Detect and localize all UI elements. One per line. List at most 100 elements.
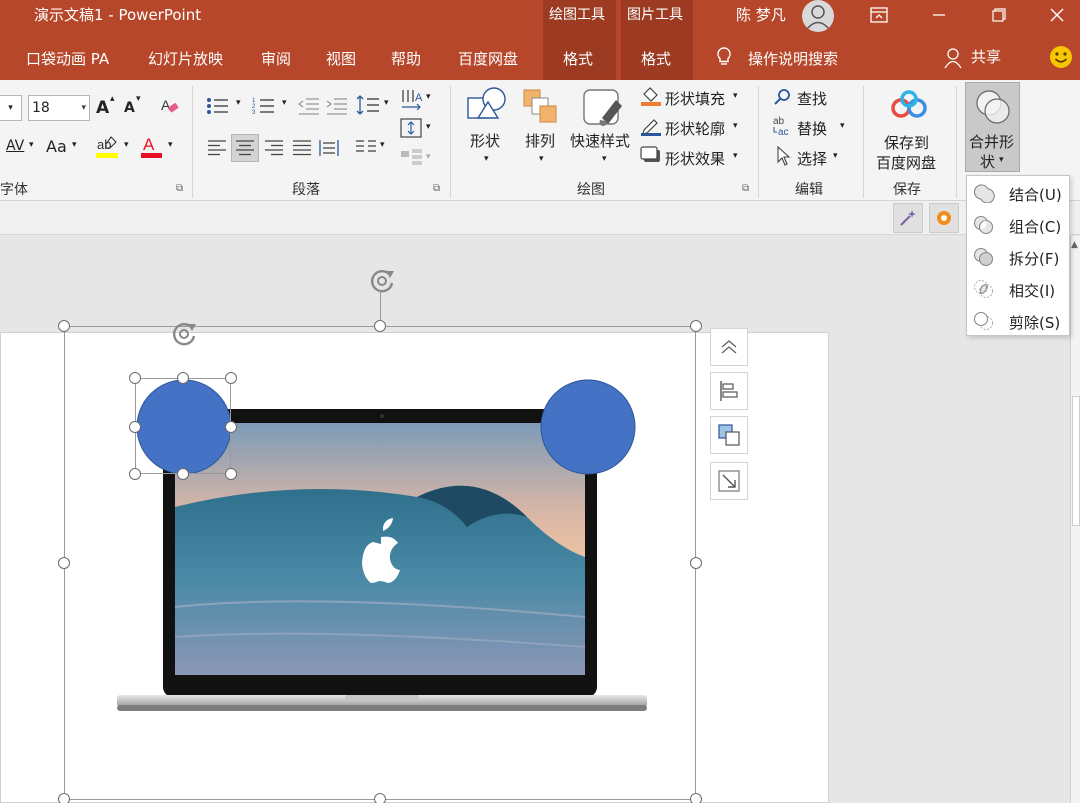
replace-button[interactable]: 替换 [797,118,827,139]
shapes-button[interactable]: 形状 [470,130,500,151]
scrollbar-thumb[interactable] [1072,396,1080,526]
circle-handle-ne[interactable] [225,372,237,384]
resize-handle-ne[interactable] [690,320,702,332]
arrange-button[interactable]: 排列 [525,130,555,151]
font-color-icon[interactable]: A [140,134,164,160]
highlight-color-icon[interactable]: ab [96,134,120,160]
pen-outline-icon [641,119,661,136]
tab-slideshow[interactable]: 幻灯片放映 [148,48,223,69]
close-button[interactable] [1034,0,1080,30]
tab-picture-format[interactable]: 格式 [641,48,671,69]
bullets-icon[interactable] [206,96,232,116]
grow-font-button[interactable]: A [96,98,109,118]
line-spacing-icon[interactable] [356,94,382,116]
tab-help[interactable]: 帮助 [391,48,421,69]
menu-item-combine[interactable]: 组合(C) [967,210,1069,240]
shape-outline-button[interactable]: 形状轮廓 [665,118,725,139]
drawing-dialog-launcher-icon[interactable]: ⧉ [742,183,749,194]
text-direction-icon[interactable]: A [400,88,426,112]
font-size-box[interactable]: 18 ▾ [28,95,90,121]
tab-pocket-animation[interactable]: 口袋动画 PA [26,48,109,69]
align-objects-button[interactable] [710,372,748,410]
arrange-icon[interactable] [522,88,560,126]
fragment-label: 拆分(F) [1009,250,1060,268]
resize-handle-w[interactable] [58,557,70,569]
save-to-netdisk-line2[interactable]: 百度网盘 [876,152,936,173]
tab-view[interactable]: 视图 [326,48,356,69]
replace-icon: ab ac [773,116,789,137]
resize-handle-se[interactable] [690,793,702,803]
convert-to-smartart-icon[interactable] [400,148,424,166]
resize-handle-e[interactable] [690,557,702,569]
minimize-button[interactable] [916,0,962,30]
char-spacing-button[interactable]: AV [6,138,24,154]
menu-item-union[interactable]: 结合(U) [967,178,1069,208]
decrease-indent-icon[interactable] [298,96,320,116]
resize-handle-n[interactable] [374,320,386,332]
collapse-toolbar-button[interactable] [710,328,748,366]
change-case-button[interactable]: Aa [46,137,67,156]
align-left-objects-icon [720,381,738,401]
paragraph-dialog-launcher-icon[interactable]: ⧉ [433,183,440,194]
numbering-icon[interactable]: 1 2 3 [252,96,278,116]
paint-bucket-icon [641,87,661,106]
save-to-netdisk-line1[interactable]: 保存到 [884,132,929,153]
scroll-up-icon[interactable]: ▲ [1071,240,1078,250]
user-name[interactable]: 陈 梦凡 [736,4,786,25]
group-separator [863,86,864,198]
addin-button-2[interactable] [929,203,959,233]
tab-baidu-netdisk[interactable]: 百度网盘 [458,48,518,69]
font-name-dropdown[interactable]: ▾ [0,95,22,121]
clear-formatting-icon[interactable]: A [160,96,180,116]
menu-item-subtract[interactable]: 剪除(S) [967,306,1069,336]
arrange-objects-button[interactable] [710,416,748,454]
font-dialog-launcher-icon[interactable]: ⧉ [176,183,183,194]
menu-item-intersect[interactable]: 相交(I) [967,274,1069,304]
share-button[interactable]: 共享 [971,46,1001,67]
quick-styles-button[interactable]: 快速样式 [570,130,630,151]
circle-handle-nw[interactable] [129,372,141,384]
circle-handle-sw[interactable] [129,468,141,480]
quick-styles-icon[interactable] [582,88,624,128]
increase-indent-icon[interactable] [326,96,348,116]
shape-effects-button[interactable]: 形状效果 [665,148,725,169]
select-button[interactable]: 选择 [797,148,827,169]
circle-handle-e[interactable] [225,421,237,433]
circle-handle-n[interactable] [177,372,189,384]
tell-me-search[interactable]: 操作说明搜索 [748,48,838,69]
tab-drawing-format[interactable]: 格式 [563,48,593,69]
resize-handle-nw[interactable] [58,320,70,332]
menu-item-fragment[interactable]: 拆分(F) [967,242,1069,272]
distributed-icon[interactable] [319,138,339,158]
align-left-icon[interactable] [207,138,227,158]
avatar[interactable] [802,0,834,32]
resize-handle-sw[interactable] [58,793,70,803]
align-center-button[interactable] [231,134,259,162]
circle-handle-s[interactable] [177,468,189,480]
vertical-scrollbar[interactable]: ▲ [1070,236,1080,803]
circle-rotate-handle-icon[interactable] [168,318,200,350]
chevron-down-icon: ▾ [168,140,173,150]
add-in-strip [0,201,1080,235]
align-right-icon[interactable] [264,138,284,158]
circle-handle-w[interactable] [129,421,141,433]
chevron-down-icon: ▾ [999,155,1004,165]
shrink-font-button[interactable]: A [124,100,135,116]
maximize-button[interactable] [976,0,1022,30]
shapes-icon[interactable] [466,86,508,126]
shape-fill-button[interactable]: 形状填充 [665,88,725,109]
circle-handle-se[interactable] [225,468,237,480]
find-button[interactable]: 查找 [797,88,827,109]
columns-icon[interactable] [355,138,377,158]
merge-shapes-button[interactable]: 合并形 状 ▾ [965,82,1020,172]
ribbon-display-options-button[interactable] [856,0,902,30]
justify-icon[interactable] [292,138,312,158]
smiley-feedback-icon[interactable] [1049,45,1073,69]
addin-button-1[interactable] [893,203,923,233]
rotate-handle-icon[interactable] [366,265,398,297]
align-text-icon[interactable] [400,118,422,138]
size-position-button[interactable] [710,462,748,500]
resize-handle-s[interactable] [374,793,386,803]
group-separator [450,86,451,198]
tab-review[interactable]: 审阅 [261,48,291,69]
